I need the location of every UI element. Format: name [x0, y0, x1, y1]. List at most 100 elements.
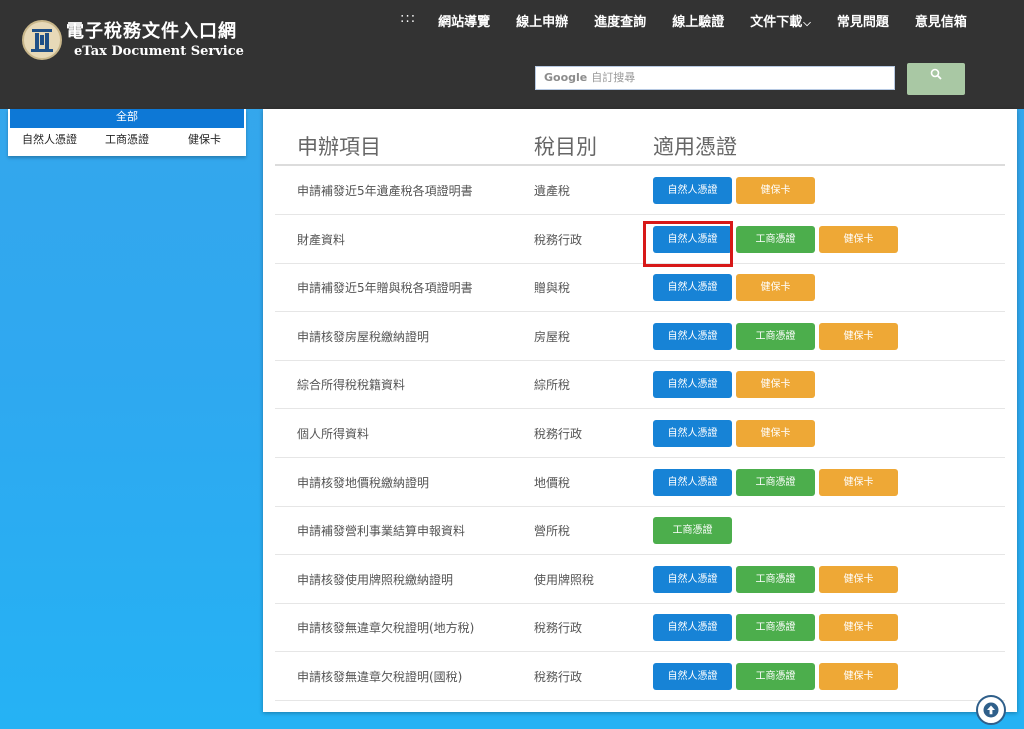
table-row: 申請補發營利事業結算申報資料 營所稅 工商憑證 — [275, 506, 1005, 556]
row-tax-type: 贈與稅 — [534, 281, 571, 296]
search-button[interactable] — [907, 63, 965, 95]
logo-title: 電子稅務文件入口網 — [66, 20, 237, 42]
row-item-name: 申請核發使用牌照稅繳納證明 — [297, 572, 454, 587]
arrow-up-icon — [983, 702, 999, 718]
health-card-button[interactable]: 健保卡 — [819, 322, 898, 350]
health-card-button[interactable]: 健保卡 — [819, 468, 898, 496]
header-cert: 適用憑證 — [653, 135, 737, 159]
row-tax-type: 稅務行政 — [534, 670, 583, 684]
row-tax-type: 房屋稅 — [534, 329, 571, 344]
row-cert-buttons: 工商憑證 — [653, 517, 736, 545]
row-tax-type: 稅務行政 — [534, 621, 583, 636]
natural-cert-button[interactable]: 自然人憑證 — [653, 468, 732, 496]
natural-cert-button[interactable]: 自然人憑證 — [653, 177, 732, 204]
nav-accesskey[interactable]: ::: — [400, 11, 416, 30]
health-card-button[interactable]: 健保卡 — [736, 420, 815, 447]
health-card-button[interactable]: 健保卡 — [736, 371, 815, 399]
logo-emblem-icon — [22, 20, 62, 60]
service-table-card: 申辦項目 稅目別 適用憑證 申請補發近5年遺產稅各項證明書 遺產稅 自然人憑證 健保卡… — [263, 109, 1017, 712]
table-row: 綜合所得稅稅籍資料 綜所稅 自然人憑證 健保卡 — [275, 360, 1005, 410]
row-cert-buttons: 自然人憑證 健保卡 — [653, 420, 819, 447]
natural-cert-button[interactable]: 自然人憑證 — [653, 614, 732, 642]
table-row: 申請核發使用牌照稅繳納證明 使用牌照稅 自然人憑證 工商憑證 健保卡 — [275, 555, 1005, 604]
natural-cert-button[interactable]: 自然人憑證 — [653, 565, 732, 593]
table-header: 申辦項目 稅目別 適用憑證 — [275, 109, 1005, 166]
row-cert-buttons: 自然人憑證 工商憑證 健保卡 — [653, 663, 902, 690]
nav-sitemap[interactable]: 網站導覽 — [438, 11, 490, 30]
nav-downloads-label: 文件下載 — [750, 15, 803, 30]
business-cert-button[interactable]: 工商憑證 — [736, 663, 815, 690]
natural-cert-button[interactable]: 自然人憑證 — [653, 420, 732, 447]
table-row: 申請補發近5年遺產稅各項證明書 遺產稅 自然人憑證 健保卡 — [275, 166, 1005, 215]
table-row: 申請核發地價稅繳納證明 地價稅 自然人憑證 工商憑證 健保卡 — [275, 458, 1005, 507]
row-tax-type: 遺產稅 — [534, 184, 571, 198]
row-tax-type: 稅務行政 — [534, 427, 583, 441]
nav-feedback[interactable]: 意見信箱 — [915, 11, 967, 30]
nav-online-apply[interactable]: 線上申辦 — [516, 11, 568, 30]
business-cert-button[interactable]: 工商憑證 — [736, 565, 815, 593]
search-input[interactable]: Google 自訂搜尋 — [535, 66, 895, 90]
natural-cert-button[interactable]: 自然人憑證 — [653, 371, 732, 399]
search-brand: Google — [544, 71, 588, 84]
row-tax-type: 地價稅 — [534, 475, 571, 490]
row-cert-buttons: 自然人憑證 工商憑證 健保卡 — [653, 614, 902, 642]
table-row: 財產資料 稅務行政 自然人憑證 工商憑證 健保卡 — [275, 215, 1005, 264]
business-cert-button[interactable]: 工商憑證 — [653, 517, 732, 545]
header-item: 申辦項目 — [297, 135, 381, 159]
scroll-to-top-button[interactable] — [976, 695, 1006, 725]
row-item-name: 申請補發營利事業結算申報資料 — [297, 524, 466, 539]
row-cert-buttons: 自然人憑證 工商憑證 健保卡 — [653, 565, 902, 593]
row-item-name: 申請核發地價稅繳納證明 — [297, 475, 430, 490]
header-tax: 稅目別 — [534, 135, 597, 159]
filter-natural-cert[interactable]: 自然人憑證 — [22, 131, 77, 147]
business-cert-button[interactable]: 工商憑證 — [736, 468, 815, 496]
row-item-name: 個人所得資料 — [297, 427, 370, 441]
row-item-name: 申請核發房屋稅繳納證明 — [297, 329, 430, 344]
row-cert-buttons: 自然人憑證 工商憑證 健保卡 — [653, 322, 902, 350]
table-row: 申請核發房屋稅繳納證明 房屋稅 自然人憑證 工商憑證 健保卡 — [275, 312, 1005, 361]
health-card-button[interactable]: 健保卡 — [736, 274, 815, 302]
health-card-button[interactable]: 健保卡 — [819, 565, 898, 593]
logo-subtitle: eTax Document Service — [74, 43, 244, 59]
row-item-name: 綜合所得稅稅籍資料 — [297, 378, 406, 393]
row-tax-type: 營所稅 — [534, 524, 571, 539]
row-item-name: 申請核發無違章欠稅證明(國稅) — [297, 670, 463, 684]
row-item-name: 財產資料 — [297, 232, 346, 247]
business-cert-button[interactable]: 工商憑證 — [736, 614, 815, 642]
filter-health-card[interactable]: 健保卡 — [188, 131, 221, 147]
row-cert-buttons: 自然人憑證 健保卡 — [653, 274, 819, 302]
site-logo[interactable]: 電子稅務文件入口網 eTax Document Service — [22, 20, 244, 60]
row-tax-type: 綜所稅 — [534, 378, 571, 393]
natural-cert-button[interactable]: 自然人憑證 — [653, 322, 732, 350]
natural-cert-button[interactable]: 自然人憑證 — [653, 274, 732, 302]
nav-faq[interactable]: 常見問題 — [837, 11, 889, 30]
nav-downloads[interactable]: 文件下載⌵ — [750, 11, 811, 30]
main-nav: ::: 網站導覽 線上申辦 進度查詢 線上驗證 文件下載⌵ 常見問題 意見信箱 — [400, 11, 993, 30]
natural-cert-button[interactable]: 自然人憑證 — [653, 663, 732, 690]
search-placeholder: 自訂搜尋 — [591, 71, 636, 84]
business-cert-button[interactable]: 工商憑證 — [736, 225, 815, 253]
health-card-button[interactable]: 健保卡 — [819, 614, 898, 642]
nav-verify[interactable]: 線上驗證 — [672, 11, 724, 30]
filter-business-cert[interactable]: 工商憑證 — [105, 131, 149, 147]
row-cert-buttons: 自然人憑證 工商憑證 健保卡 — [653, 468, 902, 496]
table-row: 申請核發無違章欠稅證明(國稅) 稅務行政 自然人憑證 工商憑證 健保卡 — [275, 652, 1005, 701]
row-tax-type: 稅務行政 — [534, 232, 583, 247]
highlight-box — [643, 221, 733, 267]
table-row: 申請補發近5年贈與稅各項證明書 贈與稅 自然人憑證 健保卡 — [275, 263, 1005, 313]
nav-progress[interactable]: 進度查詢 — [594, 11, 646, 30]
row-cert-buttons: 自然人憑證 健保卡 — [653, 177, 819, 204]
health-card-button[interactable]: 健保卡 — [819, 225, 898, 253]
health-card-button[interactable]: 健保卡 — [736, 177, 815, 204]
cert-filter-panel: 全部 自然人憑證 工商憑證 健保卡 — [8, 109, 246, 156]
table-row: 個人所得資料 稅務行政 自然人憑證 健保卡 — [275, 409, 1005, 458]
search-icon — [930, 68, 942, 80]
health-card-button[interactable]: 健保卡 — [819, 663, 898, 690]
chevron-down-icon: ⌵ — [803, 18, 811, 29]
row-item-name: 申請補發近5年贈與稅各項證明書 — [297, 281, 473, 296]
filter-all-button[interactable]: 全部 — [10, 109, 244, 128]
site-header: 電子稅務文件入口網 eTax Document Service ::: 網站導覽… — [0, 0, 1024, 109]
table-row: 申請核發無違章欠稅證明(地方稅) 稅務行政 自然人憑證 工商憑證 健保卡 — [275, 603, 1005, 653]
row-cert-buttons: 自然人憑證 健保卡 — [653, 371, 819, 399]
business-cert-button[interactable]: 工商憑證 — [736, 322, 815, 350]
